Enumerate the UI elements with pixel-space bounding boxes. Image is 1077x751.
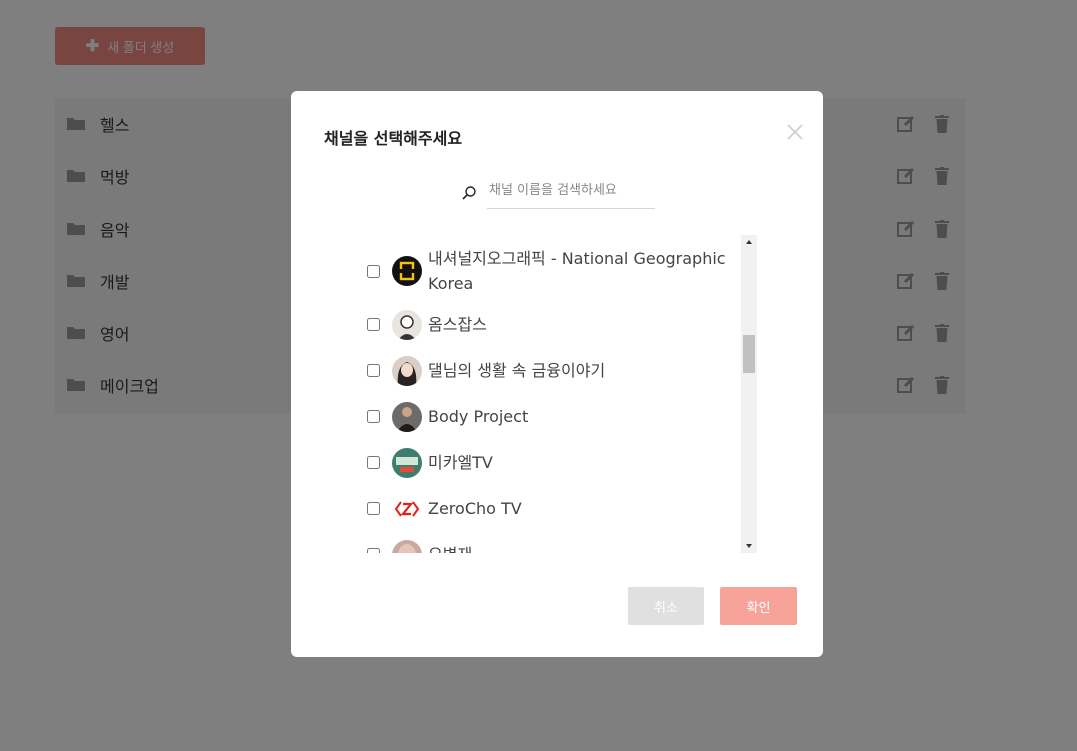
channel-checkbox[interactable] bbox=[367, 548, 380, 553]
channel-item[interactable]: 미카엘TV bbox=[363, 446, 741, 480]
confirm-button[interactable]: 확인 bbox=[720, 587, 797, 625]
channel-name: 옴스잡스 bbox=[428, 315, 487, 334]
channel-list[interactable]: 내셔널지오그래픽 - National Geographic Korea 옴스잡… bbox=[363, 235, 757, 553]
channel-logo bbox=[392, 448, 422, 478]
channel-list-scrollbar[interactable] bbox=[741, 235, 757, 553]
national-geographic-logo bbox=[392, 256, 422, 286]
channel-search bbox=[461, 173, 655, 210]
zerocho-logo bbox=[392, 494, 422, 524]
channel-item[interactable]: ZeroCho TV bbox=[363, 492, 741, 526]
channel-select-modal: 채널을 선택해주세요 내셔널지오그래픽 - National Geographi… bbox=[291, 91, 823, 657]
channel-name: 댈님의 생활 속 금융이야기 bbox=[428, 361, 606, 380]
cancel-button[interactable]: 취소 bbox=[628, 587, 704, 625]
search-icon bbox=[462, 186, 476, 200]
modal-title: 채널을 선택해주세요 bbox=[324, 129, 463, 148]
scroll-up-icon[interactable] bbox=[741, 235, 757, 249]
channel-checkbox[interactable] bbox=[367, 410, 380, 423]
channel-name: Body Project bbox=[428, 407, 529, 426]
person-avatar bbox=[392, 402, 422, 432]
channel-checkbox[interactable] bbox=[367, 318, 380, 331]
person-avatar bbox=[392, 310, 422, 340]
channel-item[interactable]: 내셔널지오그래픽 - National Geographic Korea bbox=[363, 245, 741, 297]
scroll-thumb[interactable] bbox=[743, 335, 755, 373]
person-avatar bbox=[392, 356, 422, 386]
channel-name: 미카엘TV bbox=[428, 453, 493, 472]
channel-checkbox[interactable] bbox=[367, 364, 380, 377]
close-icon[interactable] bbox=[785, 122, 805, 142]
channel-name: ZeroCho TV bbox=[428, 499, 522, 518]
search-input[interactable] bbox=[487, 173, 655, 209]
channel-item[interactable]: 오병재 bbox=[363, 538, 741, 553]
channel-checkbox[interactable] bbox=[367, 502, 380, 515]
channel-item[interactable]: 댈님의 생활 속 금융이야기 bbox=[363, 354, 741, 388]
person-avatar bbox=[392, 540, 422, 553]
channel-item[interactable]: Body Project bbox=[363, 400, 741, 434]
channel-name: 내셔널지오그래픽 - National Geographic Korea bbox=[428, 249, 726, 293]
channel-item[interactable]: 옴스잡스 bbox=[363, 308, 741, 342]
channel-checkbox[interactable] bbox=[367, 456, 380, 469]
channel-name: 오병재 bbox=[428, 542, 472, 553]
scroll-down-icon[interactable] bbox=[741, 539, 757, 553]
channel-checkbox[interactable] bbox=[367, 265, 380, 278]
